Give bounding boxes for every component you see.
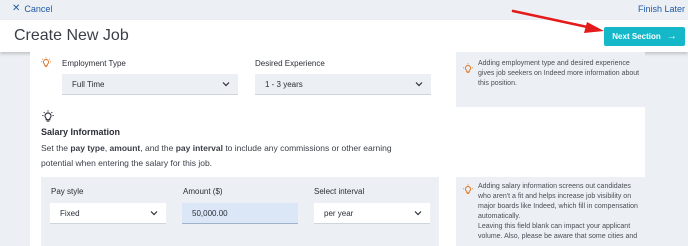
arrow-right-icon: → xyxy=(666,31,677,42)
chevron-down-icon xyxy=(222,82,230,87)
page-header: Create New Job Next Section → xyxy=(0,20,688,52)
desired-experience-label: Desired Experience xyxy=(255,59,325,68)
salary-description: Set the pay type, amount, and the pay in… xyxy=(41,141,421,171)
salary-desc-bold: pay type xyxy=(70,143,105,153)
lightbulb-icon xyxy=(41,57,51,67)
job-form: Employment Type Desired Experience Full … xyxy=(30,52,645,246)
next-section-label: Next Section xyxy=(612,32,661,41)
salary-section-title: Salary Information xyxy=(41,127,121,137)
cancel-label: Cancel xyxy=(24,4,53,14)
employment-tip-box: Adding employment type and desired exper… xyxy=(456,52,645,107)
chevron-down-icon xyxy=(414,211,422,216)
close-icon: ✕ xyxy=(12,3,21,14)
pay-fields-panel: Pay style Amount ($) Select interval Fix… xyxy=(41,177,439,246)
lightbulb-icon xyxy=(463,63,473,73)
employment-type-value: Full Time xyxy=(72,79,105,89)
page-title: Create New Job xyxy=(14,27,129,44)
cancel-link[interactable]: ✕ Cancel xyxy=(12,3,53,15)
salary-tip-text: Adding salary information screens out ca… xyxy=(478,183,638,220)
lightbulb-icon xyxy=(463,184,473,194)
next-section-button[interactable]: Next Section → xyxy=(604,27,685,46)
chevron-down-icon xyxy=(415,82,423,87)
select-interval-label: Select interval xyxy=(314,187,365,196)
desired-experience-select[interactable]: 1 - 3 years xyxy=(255,74,431,95)
employment-type-label: Employment Type xyxy=(62,59,126,68)
amount-label: Amount ($) xyxy=(183,187,223,196)
pay-style-label: Pay style xyxy=(51,187,84,196)
interval-value: per year xyxy=(324,208,354,218)
amount-input[interactable]: 50,000.00 xyxy=(182,203,298,224)
chevron-down-icon xyxy=(150,211,158,216)
lightbulb-icon xyxy=(42,110,54,122)
pay-style-value: Fixed xyxy=(60,208,80,218)
desired-experience-value: 1 - 3 years xyxy=(265,79,303,89)
finish-later-link[interactable]: Finish Later xyxy=(638,4,685,14)
employment-tip-text: Adding employment type and desired exper… xyxy=(478,60,640,87)
interval-select[interactable]: per year xyxy=(314,203,430,224)
salary-tip-text-2: Leaving this field blank can impact your… xyxy=(478,223,638,240)
salary-desc-bold: amount xyxy=(109,143,141,153)
pay-style-select[interactable]: Fixed xyxy=(50,203,166,224)
salary-desc-text: Set the xyxy=(41,143,71,153)
salary-tip-box: Adding salary information screens out ca… xyxy=(456,177,645,246)
amount-value: 50,000.00 xyxy=(192,208,228,218)
employment-type-select[interactable]: Full Time xyxy=(62,74,238,95)
salary-desc-bold: pay interval xyxy=(175,143,223,153)
salary-desc-text: , and the xyxy=(140,143,176,153)
top-bar: ✕ Cancel Finish Later xyxy=(0,0,688,20)
